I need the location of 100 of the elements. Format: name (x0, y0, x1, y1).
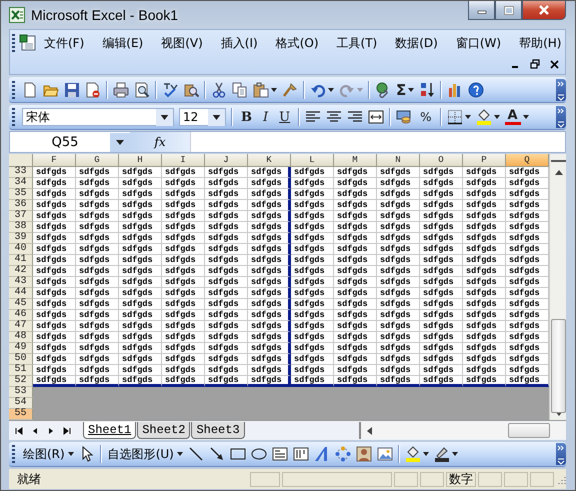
row-header[interactable]: 45 (9, 299, 33, 310)
toolbar-options-icon[interactable] (556, 443, 566, 465)
column-header[interactable]: P (463, 154, 506, 167)
last-sheet-icon[interactable] (61, 426, 73, 434)
print-icon[interactable] (113, 82, 129, 98)
dropdown-arrow-icon[interactable] (452, 452, 458, 456)
dropdown-arrow-icon[interactable] (522, 115, 529, 119)
row-header[interactable]: 46 (9, 310, 33, 321)
format-painter-icon[interactable] (282, 82, 298, 98)
paste-icon[interactable] (253, 82, 269, 98)
document-block-icon[interactable] (85, 82, 101, 98)
spell-check-icon[interactable] (162, 82, 178, 98)
maximize-button[interactable] (495, 1, 522, 20)
sort-icon[interactable] (419, 82, 436, 98)
dropdown-arrow-icon[interactable] (422, 452, 429, 456)
currency-icon[interactable] (396, 109, 412, 125)
first-sheet-icon[interactable] (13, 426, 25, 434)
row-header[interactable]: 42 (9, 266, 33, 277)
wordart-icon[interactable] (314, 446, 330, 462)
menu-item[interactable]: 文件(F) (39, 32, 90, 54)
vertical-text-box-icon[interactable] (292, 446, 309, 462)
row-header[interactable]: 49 (9, 343, 33, 354)
dropdown-arrow-icon[interactable] (176, 452, 183, 456)
line-icon[interactable] (188, 446, 204, 462)
column-header[interactable]: Q (506, 154, 549, 167)
column-header[interactable]: H (119, 154, 162, 167)
row-header[interactable]: 53 (9, 387, 33, 398)
column-header[interactable]: J (205, 154, 248, 167)
minimize-button[interactable] (468, 1, 495, 20)
column-header[interactable]: K (248, 154, 291, 167)
help-icon[interactable] (468, 82, 484, 98)
row-header[interactable]: 44 (9, 288, 33, 299)
row-header[interactable]: 34 (9, 178, 33, 189)
column-header[interactable]: L (291, 154, 334, 167)
clip-art-icon[interactable] (356, 446, 372, 462)
sheet-tab[interactable]: Sheet1 (83, 422, 136, 439)
diagram-icon[interactable] (334, 446, 351, 462)
dropdown-arrow-icon[interactable] (494, 115, 500, 119)
fill-color-icon[interactable] (404, 446, 421, 462)
copy-icon[interactable] (232, 82, 248, 98)
row-header[interactable]: 37 (9, 211, 33, 222)
menu-item[interactable]: 视图(V) (156, 32, 208, 54)
column-header[interactable]: O (420, 154, 463, 167)
cut-icon[interactable] (211, 82, 227, 98)
row-header[interactable]: 33 (9, 167, 33, 178)
percent-button[interactable]: % (417, 110, 435, 124)
dropdown-arrow-icon[interactable] (408, 88, 414, 92)
workbook-icon[interactable] (19, 34, 37, 52)
row-header[interactable]: 35 (9, 189, 33, 200)
close-button[interactable] (522, 1, 566, 20)
save-icon[interactable] (64, 82, 80, 98)
autosum-button[interactable]: Σ (396, 80, 406, 98)
sheet-tab[interactable]: Sheet2 (137, 422, 190, 439)
dropdown-arrow-icon[interactable] (271, 88, 277, 92)
row-header[interactable]: 48 (9, 332, 33, 343)
arrow-icon[interactable] (208, 446, 225, 462)
font-dropdown[interactable]: 宋体 (22, 108, 174, 126)
merge-center-icon[interactable] (368, 109, 384, 125)
image-icon[interactable] (376, 446, 393, 462)
row-header[interactable]: 52 (9, 376, 33, 387)
column-header[interactable]: N (377, 154, 420, 167)
scroll-up-icon[interactable] (554, 170, 562, 175)
row-header[interactable]: 51 (9, 365, 33, 376)
horizontal-scrollbar[interactable] (359, 422, 566, 439)
borders-icon[interactable] (446, 109, 463, 125)
font-size-dropdown[interactable]: 12 (179, 108, 226, 126)
bold-button[interactable]: B (238, 110, 255, 124)
dropdown-arrow-icon[interactable] (464, 115, 471, 119)
autoshapes-menu[interactable]: 自选图形(U) (106, 446, 175, 462)
fill-color-icon[interactable] (476, 109, 492, 125)
row-header[interactable]: 38 (9, 222, 33, 233)
row-header[interactable]: 47 (9, 321, 33, 332)
row-header[interactable]: 43 (9, 277, 33, 288)
dropdown-arrow-icon[interactable] (68, 452, 74, 456)
column-header[interactable]: G (76, 154, 119, 167)
insert-function-button[interactable]: fx (130, 132, 190, 152)
row-header[interactable]: 54 (9, 398, 33, 409)
column-header[interactable]: F (33, 154, 76, 167)
column-header[interactable]: M (334, 154, 377, 167)
menu-item[interactable]: 窗口(W) (450, 32, 506, 54)
restore-icon[interactable] (530, 59, 540, 69)
font-color-button[interactable]: A (504, 110, 521, 124)
scroll-left-icon[interactable] (367, 426, 372, 434)
menu-item[interactable]: 格式(O) (270, 32, 324, 54)
menu-item[interactable]: 数据(D) (390, 32, 443, 54)
column-header[interactable]: I (162, 154, 205, 167)
dropdown-arrow-icon[interactable] (328, 88, 334, 92)
toolbar-options-icon[interactable] (556, 78, 566, 100)
draw-menu[interactable]: 绘图(R) (22, 446, 66, 462)
research-icon[interactable] (183, 82, 199, 98)
row-header[interactable]: 55 (9, 409, 33, 420)
row-header[interactable]: 39 (9, 233, 33, 244)
vertical-scrollbar[interactable] (549, 154, 566, 420)
close-icon[interactable] (550, 60, 559, 68)
pen-icon[interactable] (434, 446, 450, 462)
row-header[interactable]: 40 (9, 244, 33, 255)
oval-icon[interactable] (250, 446, 267, 462)
menu-item[interactable]: 编辑(E) (97, 32, 148, 54)
rectangle-icon[interactable] (230, 446, 246, 462)
toolbar-options-icon[interactable] (556, 106, 566, 128)
